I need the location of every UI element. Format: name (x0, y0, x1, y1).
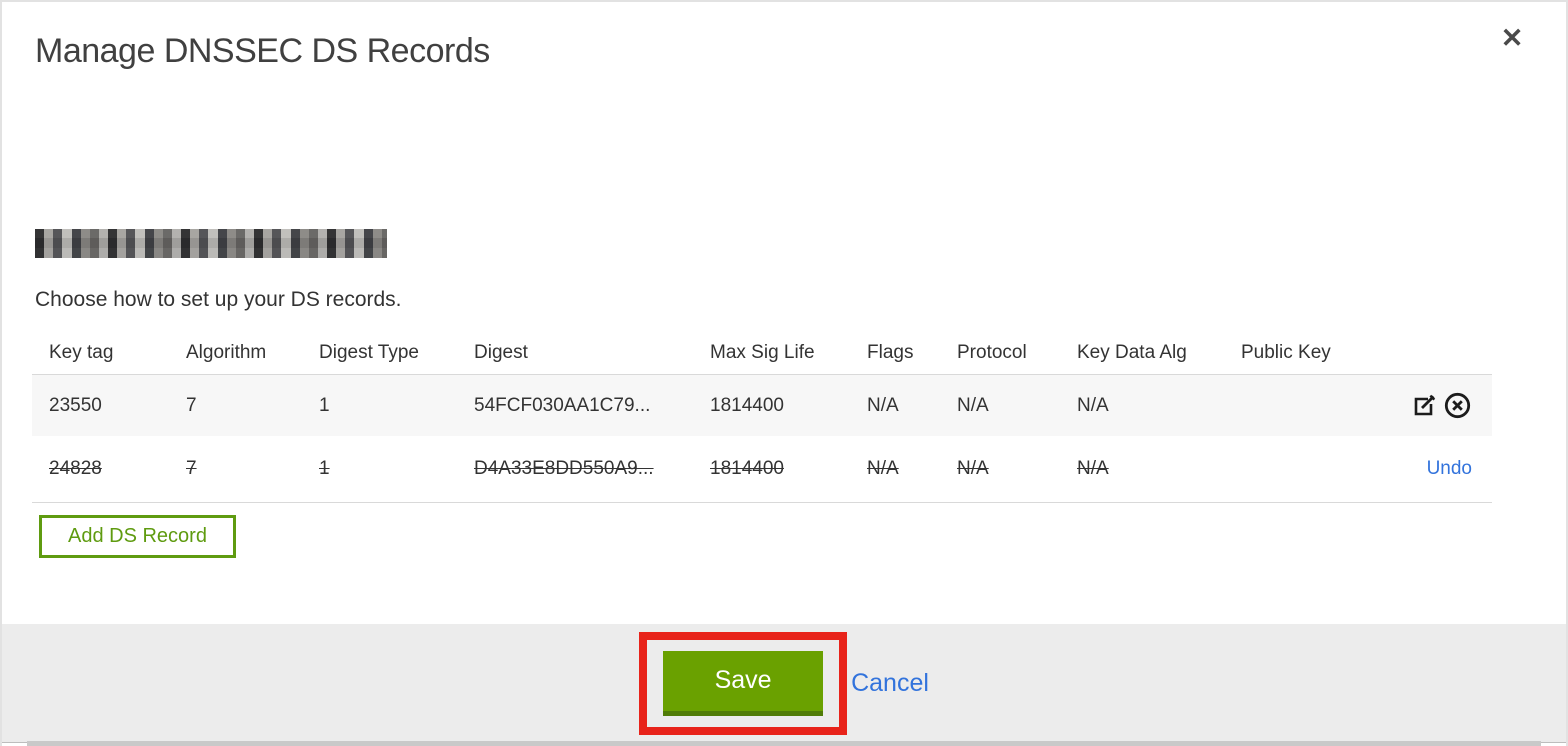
intro-text: Choose how to set up your DS records. (35, 288, 402, 311)
close-button[interactable]: ✕ (1494, 20, 1530, 56)
add-ds-record-button[interactable]: Add DS Record (39, 515, 236, 558)
column-header-key-tag: Key tag (49, 342, 114, 363)
delete-icon (1444, 392, 1470, 419)
cell-max-sig-life: 1814400 (710, 458, 784, 479)
column-header-max-sig-life: Max Sig Life (710, 342, 815, 363)
edit-record-button[interactable] (1409, 391, 1439, 421)
cell-key-tag: 24828 (49, 458, 102, 479)
undo-link[interactable]: Undo (1427, 458, 1472, 480)
edit-icon (1414, 394, 1435, 416)
cell-digest: D4A33E8DD550A9... (474, 458, 654, 479)
annotation-highlight-box: Save (639, 631, 848, 735)
cell-flags: N/A (867, 394, 899, 416)
column-header-algorithm: Algorithm (186, 342, 267, 363)
save-button[interactable]: Save (663, 650, 824, 716)
cell-flags: N/A (867, 458, 899, 479)
ds-records-table: Key tag Algorithm Digest Type Digest Max… (32, 332, 1492, 503)
cell-algorithm: 7 (186, 458, 197, 479)
cell-protocol: N/A (957, 458, 989, 479)
cancel-link[interactable]: Cancel (851, 669, 929, 698)
delete-record-button[interactable] (1442, 391, 1472, 421)
table-header-row: Key tag Algorithm Digest Type Digest Max… (32, 332, 1492, 375)
cell-digest-type: 1 (319, 394, 330, 416)
column-header-digest: Digest (474, 342, 528, 363)
page-title: Manage DNSSEC DS Records (35, 32, 490, 70)
column-header-flags: Flags (867, 342, 914, 363)
column-header-key-data-alg: Key Data Alg (1077, 342, 1187, 363)
cell-key-data-alg: N/A (1077, 394, 1109, 416)
redacted-domain-name (35, 229, 387, 258)
column-header-public-key: Public Key (1241, 342, 1331, 363)
dnssec-modal: Manage DNSSEC DS Records ✕ Choose how to… (0, 0, 1568, 746)
modal-footer: Save Cancel (2, 624, 1566, 743)
table-row: 23550 7 1 54FCF030AA1C79... 1814400 N/A … (32, 375, 1492, 436)
cell-key-tag: 23550 (49, 394, 102, 416)
cell-max-sig-life: 1814400 (710, 394, 784, 416)
row-actions: Undo (1362, 458, 1492, 480)
modal-bottom-shadow (27, 741, 1541, 746)
cell-digest-type: 1 (319, 458, 330, 479)
cell-protocol: N/A (957, 394, 989, 416)
column-header-digest-type: Digest Type (319, 342, 419, 363)
close-icon: ✕ (1500, 23, 1524, 53)
column-header-protocol: Protocol (957, 342, 1027, 363)
cell-algorithm: 7 (186, 394, 197, 416)
cell-key-data-alg: N/A (1077, 458, 1109, 479)
row-actions (1362, 391, 1492, 421)
cell-digest: 54FCF030AA1C79... (474, 394, 651, 416)
table-row: 24828 7 1 D4A33E8DD550A9... 1814400 N/A … (32, 436, 1492, 503)
